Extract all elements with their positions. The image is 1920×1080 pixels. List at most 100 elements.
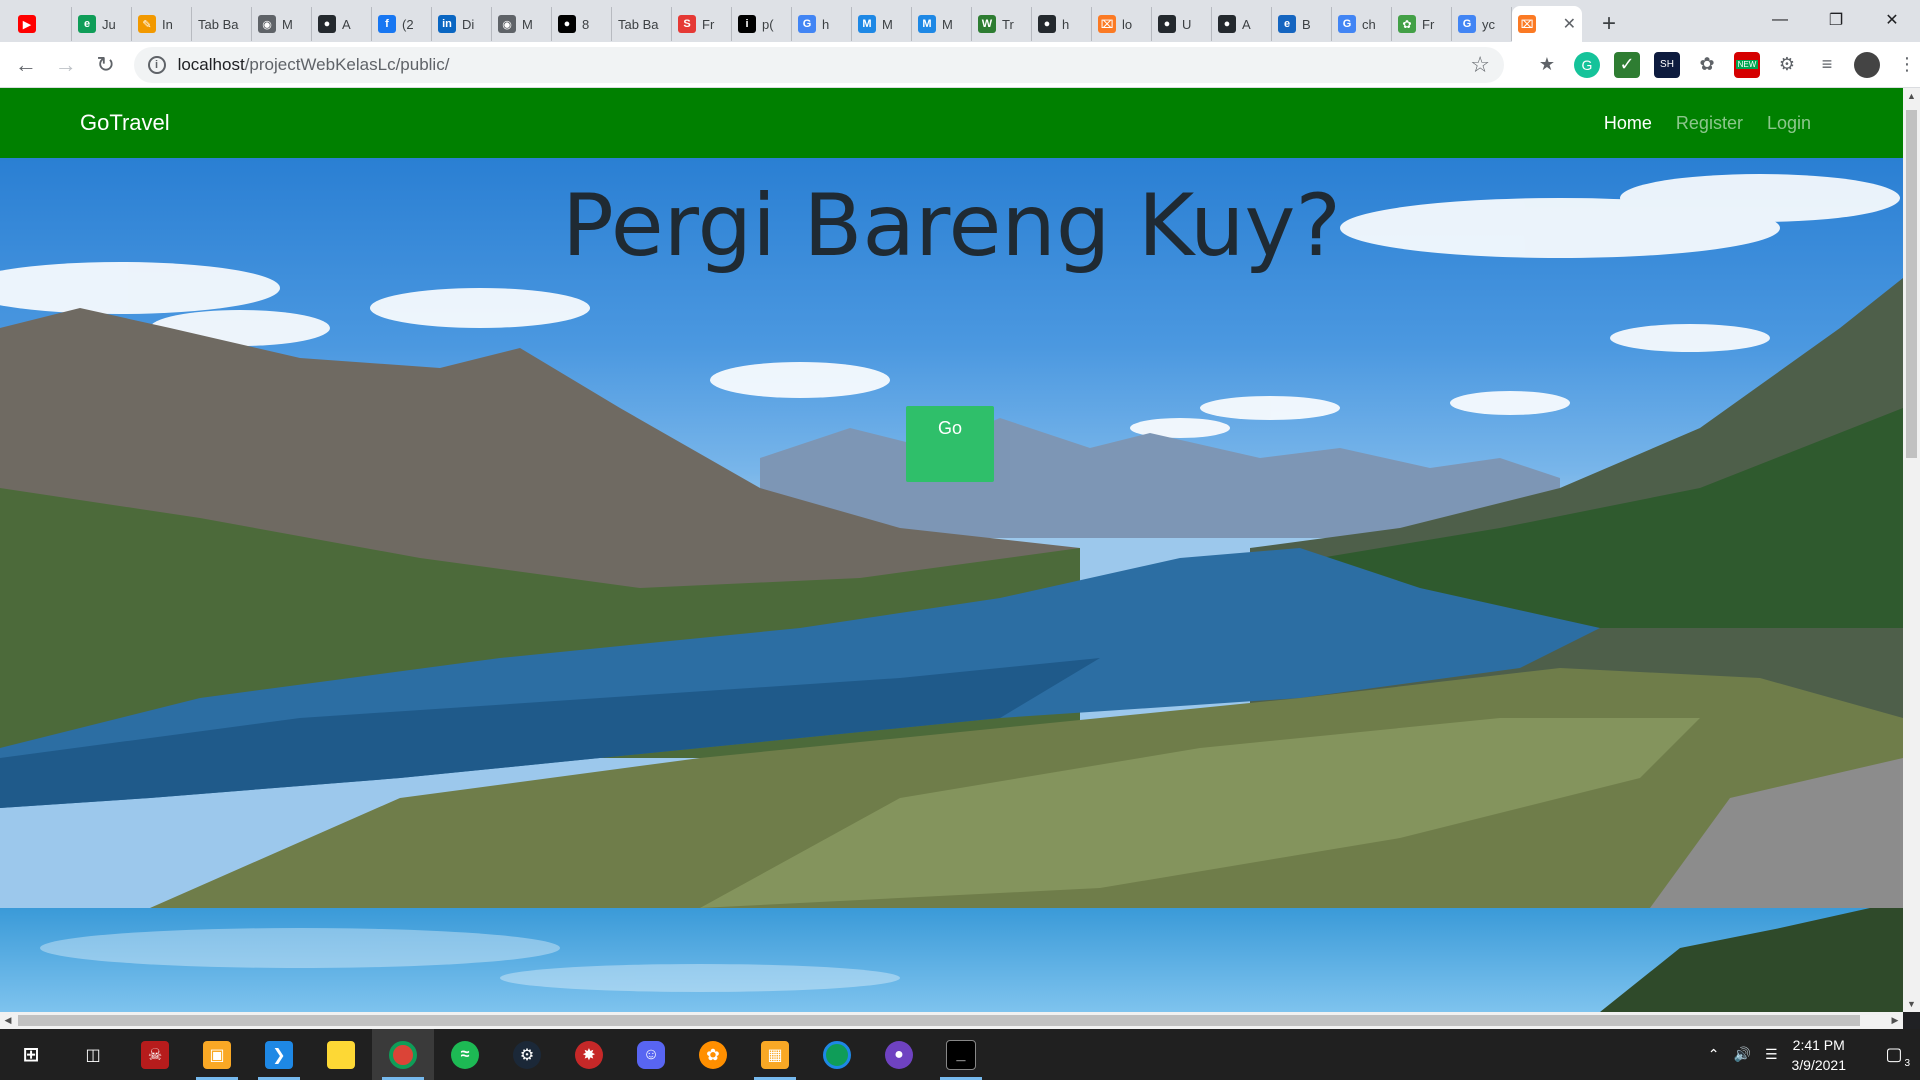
game-launcher-icon: ✸ [575, 1040, 603, 1069]
hero-title: Pergi Bareng Kuy? [561, 176, 1342, 276]
tray-chevron-up-icon[interactable]: ⌃ [1708, 1046, 1720, 1063]
taskbar-app-explorer[interactable]: ▣ [186, 1029, 248, 1080]
browser-tab[interactable]: e Ju [72, 7, 132, 41]
notification-center-button[interactable]: ▢ 3 [1874, 1035, 1914, 1075]
profile-avatar[interactable] [1853, 51, 1880, 78]
horizontal-scrollbar[interactable]: ◀ ▶ [0, 1012, 1903, 1029]
back-icon[interactable]: ← [6, 45, 46, 85]
taskbar-app-xampp[interactable]: ▦ [744, 1029, 806, 1080]
task-view-button[interactable]: ◫ [62, 1029, 124, 1080]
browser-tab[interactable]: MM [912, 7, 972, 41]
browser-tab[interactable]: ● A [312, 7, 372, 41]
bookmark-star-icon[interactable]: ☆ [1470, 52, 1490, 78]
browser-tab[interactable]: S Fr [672, 7, 732, 41]
globe-icon: ◉ [498, 15, 516, 33]
vertical-scrollbar[interactable]: ▲ ▼ [1903, 88, 1920, 1012]
star-extension-icon[interactable]: ★ [1534, 52, 1560, 78]
minimize-icon[interactable]: — [1752, 0, 1808, 40]
github-icon: ● [318, 15, 336, 33]
restore-icon[interactable]: ❐ [1808, 0, 1864, 40]
grammarly-icon[interactable]: G [1573, 51, 1600, 78]
taskbar-app-fl-studio[interactable]: ✿ [682, 1029, 744, 1080]
go-button[interactable]: Go [906, 406, 994, 482]
taskbar-app-spotify[interactable]: ≈ [434, 1029, 496, 1080]
browser-tab[interactable]: eB [1272, 7, 1332, 41]
m-icon: M [918, 15, 936, 33]
close-window-icon[interactable]: ✕ [1864, 0, 1920, 40]
browser-tab[interactable]: Gch [1332, 7, 1392, 41]
browser-tab[interactable]: ✎ In [132, 7, 192, 41]
scroll-left-icon[interactable]: ◀ [0, 1012, 16, 1029]
browser-tab[interactable]: Tab Ba [612, 7, 672, 41]
reload-icon[interactable]: ↻ [86, 45, 126, 85]
browser-tab[interactable]: ● A [1212, 7, 1272, 41]
url-host: localhost [177, 54, 245, 74]
taskbar-app-github-desktop[interactable]: ● [868, 1029, 930, 1080]
nav-register-link[interactable]: Register [1676, 113, 1743, 134]
tab-title: Tab Ba [198, 16, 239, 32]
address-bar[interactable]: i localhost/projectWebKelasLc/public/ ☆ [133, 46, 1504, 83]
tab-title: M [882, 16, 893, 32]
browser-tab[interactable]: Tab Ba [192, 7, 252, 41]
nav-login-link[interactable]: Login [1767, 113, 1811, 134]
horizontal-scroll-thumb[interactable] [18, 1015, 1860, 1026]
taskbar-app-chrome[interactable] [372, 1029, 434, 1080]
m-icon: M [858, 15, 876, 33]
taskbar-app-discord[interactable]: ☺ [620, 1029, 682, 1080]
puzzle-extensions-icon[interactable]: ⚙ [1774, 52, 1800, 78]
brand-link[interactable]: GoTravel [80, 110, 170, 136]
system-tray: ⌃ 🔊 ☰ 2:41 PM 3/9/2021 ▢ 3 [1708, 1035, 1920, 1075]
discord-icon: ☺ [637, 1040, 665, 1069]
browser-tab[interactable]: ● h [1032, 7, 1092, 41]
browser-tab[interactable]: f (2 [372, 7, 432, 41]
taskbar-app-steam[interactable]: ⚙ [496, 1029, 558, 1080]
tab-title: Di [462, 16, 475, 32]
browser-tab[interactable]: ✿ Fr [1392, 7, 1452, 41]
volume-icon[interactable]: 🔊 [1734, 1046, 1751, 1063]
browser-tab[interactable]: ◉ M [492, 7, 552, 41]
checkmark-extension-icon[interactable]: ✓ [1613, 51, 1640, 78]
globe-icon: ◉ [258, 15, 276, 33]
taskbar-app-riot[interactable]: ✸ [558, 1029, 620, 1080]
browser-tab[interactable]: Gyc [1452, 7, 1512, 41]
browser-tab[interactable]: in Di [432, 7, 492, 41]
clock[interactable]: 2:41 PM 3/9/2021 [1792, 1035, 1847, 1075]
fl-studio-icon: ✿ [699, 1040, 727, 1069]
tab-title: In [162, 16, 173, 32]
edge-icon: e [78, 15, 96, 33]
browser-tab[interactable]: MM [852, 7, 912, 41]
taskbar-app-game[interactable]: ☠ [124, 1029, 186, 1080]
browser-tab-active[interactable]: ⌧ ✕ [1512, 6, 1582, 42]
taskbar-app-vscode[interactable]: ❯ [248, 1029, 310, 1080]
browser-tab[interactable]: ◉ M [252, 7, 312, 41]
browser-tab[interactable]: ▶ [12, 7, 72, 41]
forward-icon[interactable]: → [46, 45, 86, 85]
scroll-down-icon[interactable]: ▼ [1903, 996, 1920, 1012]
reading-list-icon[interactable]: ≡ [1814, 52, 1840, 78]
feather-extension-icon[interactable]: ✿ [1694, 52, 1720, 78]
start-button[interactable]: ⊞ [0, 1029, 62, 1080]
nav-home-link[interactable]: Home [1604, 113, 1652, 134]
sh-extension-icon[interactable]: SH [1653, 51, 1680, 78]
taskbar-app-sticky-notes[interactable] [310, 1029, 372, 1080]
close-tab-icon[interactable]: ✕ [1563, 14, 1576, 34]
site-info-icon[interactable]: i [147, 55, 166, 74]
browser-tab[interactable]: ⌧ lo [1092, 7, 1152, 41]
browser-tab[interactable]: ● U [1152, 7, 1212, 41]
browser-tab[interactable]: Gh [792, 7, 852, 41]
browser-tab[interactable]: ● 8 [552, 7, 612, 41]
youtube-icon: ▶ [18, 15, 36, 33]
new-badge: NEW [1735, 60, 1759, 69]
menu-kebab-icon[interactable]: ⋮ [1894, 52, 1920, 78]
wifi-icon[interactable]: ☰ [1765, 1046, 1778, 1063]
browser-tab[interactable]: W Tr [972, 7, 1032, 41]
browser-tab[interactable]: i p( [732, 7, 792, 41]
new-tab-button[interactable]: + [1592, 7, 1626, 41]
new-badge-extension-icon[interactable]: NEW [1733, 51, 1760, 78]
scroll-right-icon[interactable]: ▶ [1887, 1012, 1903, 1029]
taskbar-app-terminal[interactable]: _ [930, 1029, 992, 1080]
github-icon: ● [1158, 15, 1176, 33]
scroll-up-icon[interactable]: ▲ [1903, 88, 1920, 104]
vertical-scroll-thumb[interactable] [1906, 110, 1917, 458]
taskbar-app-edge[interactable] [806, 1029, 868, 1080]
